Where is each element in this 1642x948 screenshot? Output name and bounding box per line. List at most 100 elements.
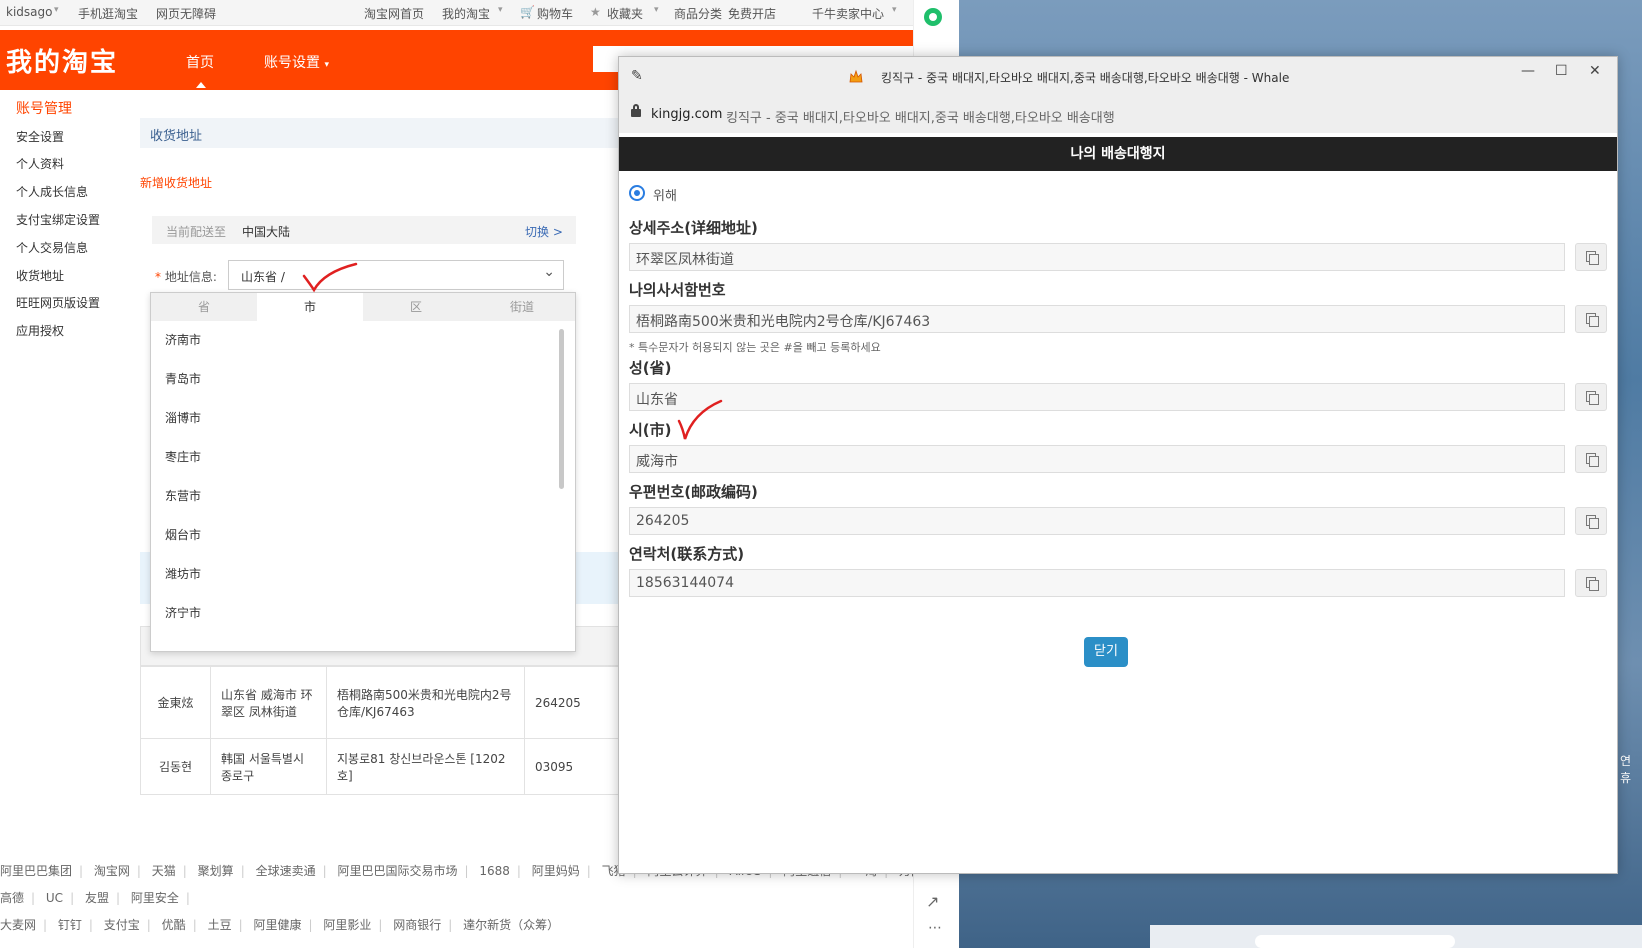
city-option[interactable]: 烟台市 <box>165 526 201 543</box>
switch-link[interactable]: 切换 > <box>525 223 563 240</box>
footer-link[interactable]: 网商银行 <box>393 918 441 932</box>
province-field[interactable]: 山东省 <box>629 383 1565 411</box>
recipient-zip: 03095 <box>524 738 621 795</box>
taobao-logo[interactable]: 我的淘宝 <box>6 42 118 79</box>
footer-link[interactable]: 1688 <box>479 864 510 878</box>
copy-button[interactable] <box>1575 383 1607 411</box>
location-radio-label: 위해 <box>653 189 677 204</box>
site-favicon-icon <box>849 69 863 83</box>
window-titlebar[interactable]: ✎ 킹직구 - 중국 배대지,타오바오 배대지,중국 배송대행,타오바오 배송대… <box>619 57 1617 97</box>
footer-link[interactable]: 友盟 <box>85 891 109 905</box>
address-bar[interactable]: kingjg.com 킹직구 - 중국 배대지,타오바오 배대지,중국 배송대행… <box>619 97 1617 133</box>
accessible-link[interactable]: 网页无障碍 <box>156 5 216 22</box>
favorites-link[interactable]: 收藏夹 <box>607 5 643 22</box>
menu-item-apps[interactable]: 应用授权 <box>16 322 64 339</box>
cart-link[interactable]: 购物车 <box>537 5 573 22</box>
close-button[interactable]: 닫기 <box>1084 637 1128 667</box>
url-domain: kingjg.com <box>651 107 723 122</box>
menu-item-trade[interactable]: 个人交易信息 <box>16 239 88 256</box>
copy-button[interactable] <box>1575 305 1607 333</box>
footer-link[interactable]: 大麦网 <box>0 918 36 932</box>
field-label-mailbox: 나의사서함번호 <box>629 281 726 299</box>
footer-link[interactable]: 全球速卖通 <box>256 864 316 878</box>
footer-link[interactable]: 淘宝网 <box>94 864 130 878</box>
recipient-detail: 지봉로81 창신브라운스톤 [1202호] <box>326 738 525 795</box>
mailbox-field[interactable]: 梧桐路南500米贵和光电院内2号仓库/KJ67463 <box>629 305 1565 333</box>
open-shop-link[interactable]: 免费开店 <box>728 5 776 22</box>
footer-link[interactable]: 支付宝 <box>104 918 140 932</box>
maximize-icon[interactable]: ☐ <box>1555 63 1568 79</box>
detail-address-field[interactable]: 环翠区凤林街道 <box>629 243 1565 271</box>
mobile-link[interactable]: 手机逛淘宝 <box>78 5 138 22</box>
province-value: 山东省 <box>636 392 678 408</box>
account-menu-title: 账号管理 <box>16 101 72 117</box>
menu-item-security[interactable]: 安全设置 <box>16 128 64 145</box>
menu-item-address[interactable]: 收货地址 <box>16 267 64 284</box>
nav-home[interactable]: 首页 <box>186 52 214 72</box>
pin-icon[interactable]: ✎ <box>631 68 643 84</box>
menu-item-growth[interactable]: 个人成长信息 <box>16 183 88 200</box>
close-icon[interactable]: ✕ <box>1589 63 1601 79</box>
footer-link[interactable]: 高德 <box>0 891 24 905</box>
tab-street[interactable]: 街道 <box>469 293 575 321</box>
new-address-link[interactable]: 新增收货地址 <box>140 174 212 191</box>
dropdown-scrollbar[interactable] <box>559 329 564 489</box>
footer-link[interactable]: 天猫 <box>152 864 176 878</box>
city-option[interactable]: 枣庄市 <box>165 448 201 465</box>
footer-link[interactable]: 阿里巴巴国际交易市场 <box>337 864 457 878</box>
external-link-icon[interactable]: ↗ <box>926 892 939 911</box>
active-indicator <box>196 82 206 88</box>
footer-link[interactable]: 钉钉 <box>58 918 82 932</box>
home-link[interactable]: 淘宝网首页 <box>364 5 424 22</box>
footer-link[interactable]: 阿里影业 <box>323 918 371 932</box>
categories-link[interactable]: 商品分类 <box>674 5 722 22</box>
footer-link[interactable]: 阿里巴巴集团 <box>0 864 72 878</box>
tab-district[interactable]: 区 <box>363 293 469 321</box>
menu-item-wangwang[interactable]: 旺旺网页版设置 <box>16 294 100 311</box>
my-taobao-link[interactable]: 我的淘宝 <box>442 5 490 22</box>
city-option[interactable]: 潍坊市 <box>165 565 201 582</box>
nav-account-settings[interactable]: 账号设置 ▾ <box>264 52 329 72</box>
footer-link[interactable]: 達尔新货（众筹） <box>463 918 559 932</box>
footer-link[interactable]: 优酷 <box>162 918 186 932</box>
footer-link[interactable]: UC <box>46 891 63 905</box>
tab-province[interactable]: 省 <box>151 293 257 321</box>
whale-space-icon[interactable] <box>924 8 942 26</box>
contact-field[interactable]: 18563144074 <box>629 569 1565 597</box>
city-option[interactable]: 青岛市 <box>165 370 201 387</box>
address-table: 金東炫 山东省 威海市 环翠区 凤林街道 梧桐路南500米贵和光电院内2号仓库/… <box>140 666 621 795</box>
zip-field[interactable]: 264205 <box>629 507 1565 535</box>
copy-button[interactable] <box>1575 569 1607 597</box>
city-option[interactable]: 东营市 <box>165 487 201 504</box>
chevron-down-icon: ▾ <box>324 60 329 70</box>
city-option[interactable]: 淄博市 <box>165 409 201 426</box>
address-select-value: 山东省 / <box>241 270 285 284</box>
menu-item-alipay[interactable]: 支付宝绑定设置 <box>16 211 100 228</box>
deliver-value: 中国大陆 <box>242 225 291 239</box>
footer-link[interactable]: 阿里安全 <box>131 891 179 905</box>
taskbar-search[interactable] <box>1255 935 1455 948</box>
footer-link[interactable]: 土豆 <box>208 918 232 932</box>
city-field[interactable]: 威海市 <box>629 445 1565 473</box>
footer-link[interactable]: 聚划算 <box>198 864 234 878</box>
cart-icon: 🛒 <box>520 5 535 19</box>
more-icon[interactable]: ⋯ <box>928 920 942 936</box>
required-mark: * <box>155 270 165 284</box>
footer-link[interactable]: 阿里妈妈 <box>532 864 580 878</box>
seller-center-link[interactable]: 千牛卖家中心 <box>812 5 884 22</box>
menu-item-profile[interactable]: 个人资料 <box>16 155 64 172</box>
whale-popup-window: ✎ 킹직구 - 중국 배대지,타오바오 배대지,중국 배송대행,타오바오 배송대… <box>618 56 1618 874</box>
region-dropdown: 省 市 区 街道 济南市 青岛市 淄博市 枣庄市 东营市 烟台市 潍坊市 济宁市 <box>150 292 576 652</box>
copy-button[interactable] <box>1575 445 1607 473</box>
minimize-icon[interactable]: — <box>1521 63 1535 79</box>
user-link[interactable]: kidsago <box>6 5 52 19</box>
contact-value: 18563144074 <box>636 575 734 591</box>
copy-button[interactable] <box>1575 243 1607 271</box>
address-select[interactable]: 山东省 / ⌄ <box>228 260 564 290</box>
copy-button[interactable] <box>1575 507 1607 535</box>
footer-link[interactable]: 阿里健康 <box>253 918 301 932</box>
field-label-contact: 연락처(联系方式) <box>629 545 745 563</box>
location-radio[interactable] <box>629 185 645 201</box>
city-option[interactable]: 济南市 <box>165 331 201 348</box>
city-option[interactable]: 济宁市 <box>165 604 201 621</box>
